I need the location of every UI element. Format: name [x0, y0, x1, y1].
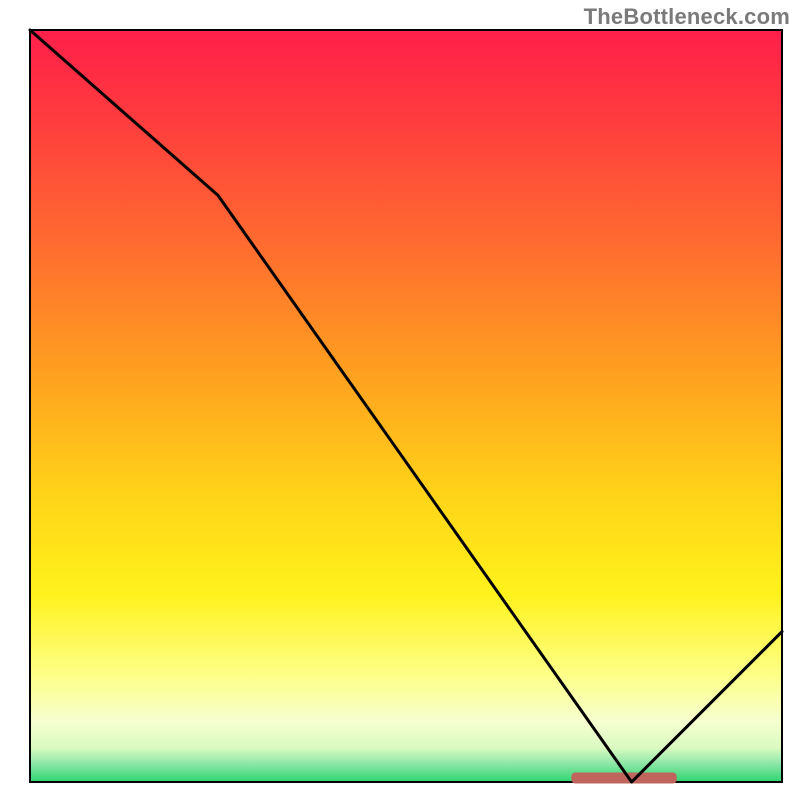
- optimal-range-marker: [571, 773, 676, 784]
- bottleneck-chart: [0, 0, 800, 800]
- plot-background: [30, 30, 782, 782]
